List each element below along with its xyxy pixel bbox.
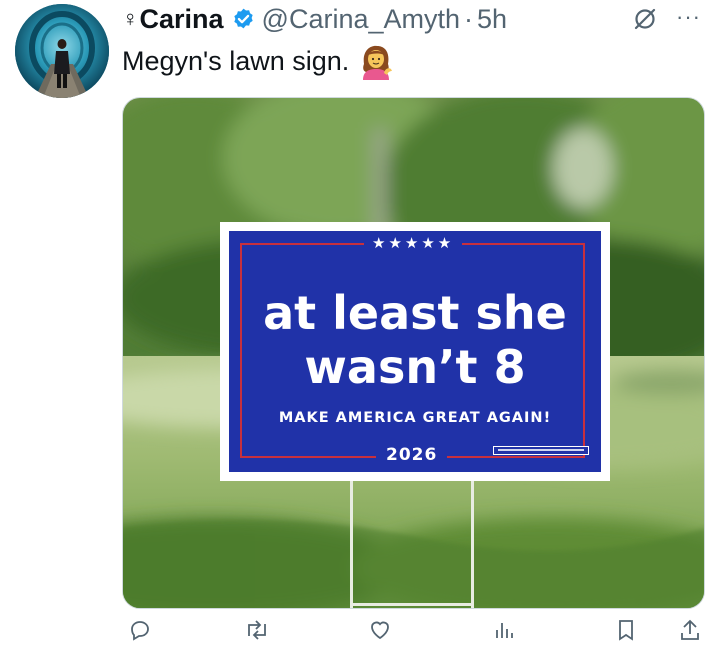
reply-icon[interactable] [128,618,152,642]
tweet-text: Megyn's lawn sign. [122,42,395,80]
tweet-photo[interactable]: ★★★★★ at least she wasn’t 8 MAKE AMERICA… [122,97,705,609]
display-name[interactable]: Carina [140,4,224,35]
retweet-icon[interactable] [244,618,270,642]
verified-badge-icon[interactable] [231,7,256,32]
grok-icon[interactable] [632,6,658,32]
sign-face: ★★★★★ at least she wasn’t 8 MAKE AMERICA… [229,231,601,472]
avatar-image [15,4,109,98]
sign-stars: ★★★★★ [364,234,463,252]
sign-headline: at least she wasn’t 8 [263,286,567,394]
handle[interactable]: @Carina_Amyth [262,4,460,35]
like-icon[interactable] [368,618,392,642]
sign-disclaimer-box [493,446,589,455]
sign-year: 2026 [376,445,448,465]
sign-slogan: MAKE AMERICA GREAT AGAIN! [278,410,552,426]
tweet-text-content: Megyn's lawn sign. [122,45,350,76]
venus-symbol: ♀ [122,6,139,31]
lawn-sign: ★★★★★ at least she wasn’t 8 MAKE AMERICA… [220,222,610,481]
timestamp[interactable]: 5h [477,4,507,35]
views-icon[interactable] [492,618,516,642]
tweet-header: ♀ Carina @Carina_Amyth · 5h [122,2,507,36]
more-options-icon[interactable]: ··· [676,6,701,28]
share-icon[interactable] [678,618,702,642]
avatar[interactable] [15,4,109,98]
tweet: ♀ Carina @Carina_Amyth · 5h ··· Megyn's … [0,0,720,641]
separator-dot: · [464,3,474,34]
bookmark-icon[interactable] [614,618,638,642]
person-tipping-hand-emoji-icon [363,45,393,80]
action-bar [122,618,705,648]
